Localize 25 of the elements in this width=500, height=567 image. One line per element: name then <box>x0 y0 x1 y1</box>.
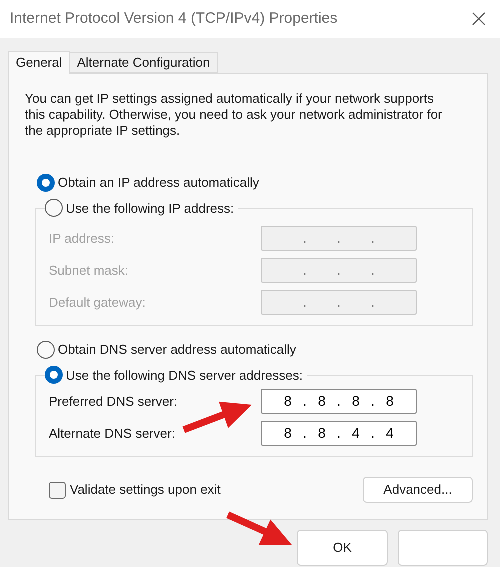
checkbox-label: Validate settings upon exit <box>70 481 221 500</box>
tab[interactable]: General <box>8 51 70 74</box>
advanced-button[interactable]: Advanced... <box>363 477 473 503</box>
arrow-drawing <box>182 402 252 434</box>
ip-address-field[interactable]: 8 . 8 . 4 . 4 <box>261 421 417 446</box>
intro-text: You can get IP settings assigned automatically if your network supports this capability. Otherwise, you need to ask your network administrator for the appropriate IP settings. <box>25 91 444 139</box>
arrow-drawing <box>226 512 292 546</box>
radio-button[interactable] <box>37 340 55 359</box>
radio-label: Use the following DNS server addresses: <box>66 366 303 385</box>
field-label: IP address: <box>49 230 115 248</box>
tab[interactable]: Alternate Configuration <box>70 52 218 73</box>
radio-label: Use the following IP address: <box>66 200 234 218</box>
window-title: Internet Protocol Version 4 (TCP/IPv4) Properties <box>10 8 338 29</box>
ip-address-field[interactable]: 8 . 8 . 8 . 8 <box>261 389 417 414</box>
close-icon[interactable] <box>472 12 486 26</box>
ok-button[interactable]: OK <box>297 530 388 566</box>
radio-label: Obtain an IP address automatically <box>58 174 260 192</box>
field-label: Subnet mask: <box>49 262 128 280</box>
field-label: Preferred DNS server: <box>49 392 178 411</box>
radio-label: Obtain DNS server address automatically <box>58 341 296 359</box>
field-label: Default gateway: <box>49 294 146 312</box>
radio-button[interactable] <box>45 366 63 384</box>
field-label: Alternate DNS server: <box>49 424 176 443</box>
radio-button[interactable] <box>37 174 55 192</box>
checkbox[interactable] <box>49 482 66 498</box>
